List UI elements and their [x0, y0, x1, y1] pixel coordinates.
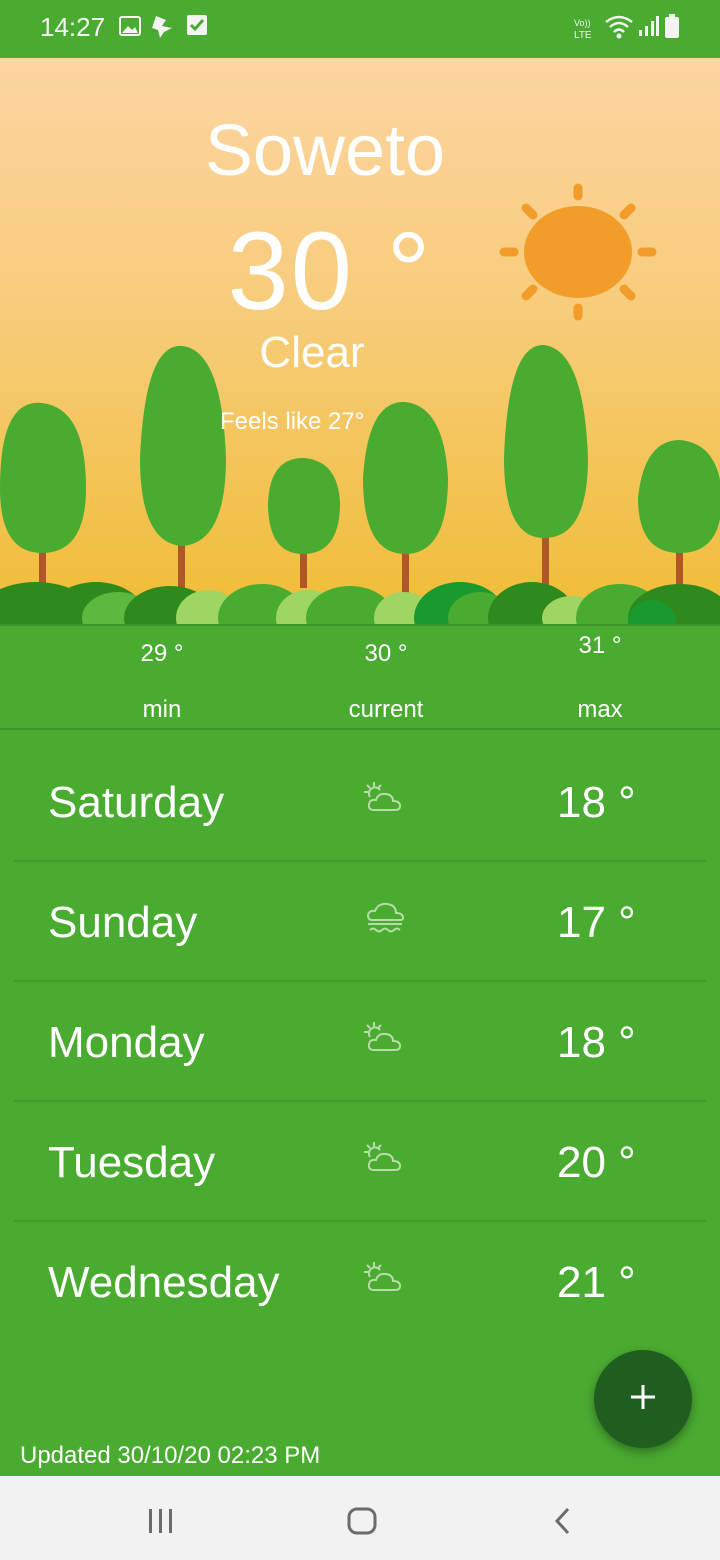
current-temperature: 30 ° — [227, 210, 433, 333]
forecast-temp: 18 ° — [557, 778, 636, 827]
forecast-row-tuesday[interactable]: Tuesday 20 ° — [14, 1102, 706, 1222]
home-icon[interactable] — [346, 1506, 378, 1541]
partly-cloudy-icon — [362, 780, 406, 821]
forecast-row-wednesday[interactable]: Wednesday 21 ° — [14, 1222, 706, 1340]
max-stat: 31 ° max — [520, 632, 680, 724]
partly-cloudy-icon — [362, 1020, 406, 1061]
last-updated: Updated 30/10/20 02:23 PM — [20, 1442, 321, 1469]
fog-cloud-icon — [364, 900, 408, 945]
recents-icon[interactable] — [146, 1506, 176, 1541]
forecast-temp: 20 ° — [557, 1138, 636, 1187]
add-city-button[interactable] — [594, 1350, 692, 1448]
checkbox-icon — [186, 14, 208, 41]
min-stat: 29 ° min — [82, 640, 242, 724]
forecast-temp: 18 ° — [557, 1018, 636, 1067]
max-label: max — [577, 696, 623, 723]
wifi-icon — [604, 14, 634, 45]
plus-icon — [629, 1383, 657, 1416]
partly-cloudy-icon — [362, 1260, 406, 1301]
forecast-day: Sunday — [48, 898, 198, 947]
feels-like: Feels like 27° — [220, 408, 365, 435]
sun-icon — [499, 183, 657, 321]
forecast-day: Saturday — [48, 778, 225, 827]
forecast-row-monday[interactable]: Monday 18 ° — [14, 982, 706, 1102]
volte-text-bottom: LTE — [574, 30, 592, 40]
signal-icon — [638, 14, 660, 43]
status-time: 14:27 — [40, 12, 106, 42]
battery-icon — [664, 14, 680, 45]
weather-condition: Clear — [259, 328, 365, 377]
forecast-temp: 21 ° — [557, 1258, 636, 1307]
forecast-row-saturday[interactable]: Saturday 18 ° — [14, 742, 706, 862]
city-name: Soweto — [204, 111, 446, 191]
forecast-row-sunday[interactable]: Sunday 17 ° — [14, 862, 706, 982]
current-stat: 30 ° current — [306, 640, 466, 724]
gallery-icon — [118, 14, 142, 43]
volte-icon: Vo)) LTE — [572, 16, 600, 45]
forecast-day: Wednesday — [48, 1258, 280, 1307]
forecast-list: Saturday 18 ° Sunday 17 ° Monday 18 ° Tu… — [14, 742, 706, 1340]
min-value: 29 ° — [140, 640, 184, 667]
forecast-day: Monday — [48, 1018, 205, 1067]
current-value: 30 ° — [364, 640, 408, 667]
forecast-day: Tuesday — [48, 1138, 216, 1187]
volte-text-top: Vo)) — [574, 18, 591, 28]
status-bar: 14:27 Vo)) LTE — [0, 0, 720, 58]
system-navigation-bar — [0, 1476, 720, 1560]
temperature-summary: 29 ° min 30 ° current 31 ° max — [0, 624, 720, 730]
weather-hero: Soweto 30 ° Clear Feels like 27° — [0, 58, 720, 624]
cast-icon — [150, 14, 176, 45]
min-label: min — [142, 696, 182, 723]
current-label: current — [348, 696, 424, 723]
max-value: 31 ° — [578, 632, 622, 659]
partly-cloudy-icon — [362, 1140, 406, 1181]
back-icon[interactable] — [552, 1506, 576, 1541]
forecast-temp: 17 ° — [557, 898, 636, 947]
